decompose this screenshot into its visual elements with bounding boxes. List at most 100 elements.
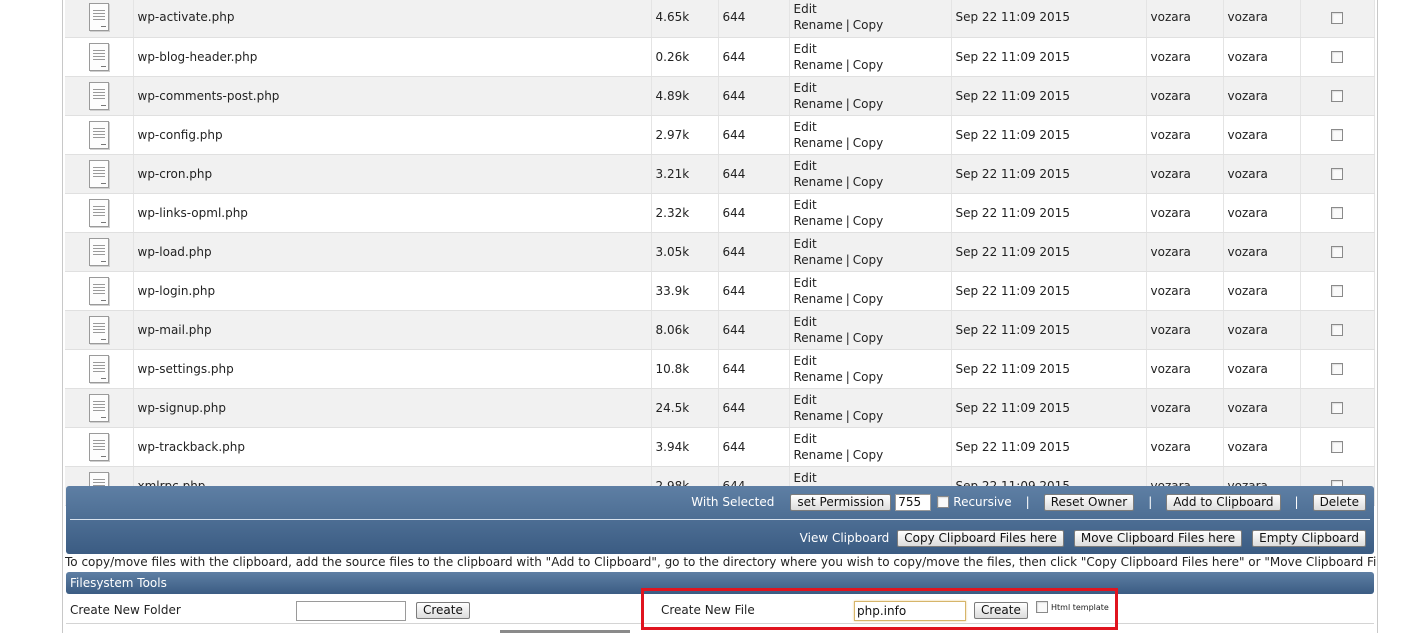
rename-link[interactable]: Rename [794,136,843,150]
file-permission[interactable]: 644 [718,232,790,272]
add-to-clipboard-button[interactable]: Add to Clipboard [1166,493,1281,511]
file-icon[interactable] [88,198,109,227]
file-icon[interactable] [88,354,109,383]
file-permission[interactable]: 644 [718,427,790,467]
copy-link[interactable]: Copy [853,370,883,384]
reset-owner-button[interactable]: Reset Owner [1043,493,1135,511]
copy-link[interactable]: Copy [853,175,883,189]
rename-link[interactable]: Rename [794,58,843,72]
file-permission[interactable]: 644 [718,76,790,116]
edit-link[interactable]: Edit [794,159,817,173]
file-icon[interactable] [88,237,109,266]
file-name[interactable]: wp-cron.php [133,154,652,194]
file-date: Sep 22 11:09 2015 [951,193,1147,233]
edit-link[interactable]: Edit [794,42,817,56]
file-icon[interactable] [88,315,109,344]
copy-link[interactable]: Copy [853,253,883,267]
edit-link[interactable]: Edit [794,315,817,329]
file-icon[interactable] [88,81,109,110]
rename-link[interactable]: Rename [794,214,843,228]
file-select-checkbox[interactable] [1331,324,1343,336]
file-name[interactable]: wp-login.php [133,271,652,311]
file-name[interactable]: wp-config.php [133,115,652,155]
set-permission-button[interactable]: set Permission [790,493,892,511]
file-icon[interactable] [88,276,109,305]
file-icon[interactable] [88,120,109,149]
copy-link[interactable]: Copy [853,448,883,462]
file-permission[interactable]: 644 [718,0,790,38]
file-name[interactable]: wp-activate.php [133,0,652,38]
edit-link[interactable]: Edit [794,120,817,134]
rename-link[interactable]: Rename [794,18,843,32]
file-name[interactable]: wp-blog-header.php [133,37,652,77]
recursive-checkbox[interactable] [937,496,950,508]
rename-link[interactable]: Rename [794,292,843,306]
move-clipboard-button[interactable]: Move Clipboard Files here [1073,529,1243,547]
delete-button[interactable]: Delete [1312,493,1366,511]
file-select-checkbox[interactable] [1331,129,1343,141]
file-permission[interactable]: 644 [718,310,790,350]
file-icon[interactable] [88,159,109,188]
rename-link[interactable]: Rename [794,331,843,345]
copy-link[interactable]: Copy [853,214,883,228]
rename-link[interactable]: Rename [794,370,843,384]
file-icon[interactable] [88,42,109,71]
view-clipboard-link[interactable]: View Clipboard [800,531,890,545]
file-select-checkbox[interactable] [1331,285,1343,297]
file-permission[interactable]: 644 [718,37,790,77]
file-name[interactable]: wp-comments-post.php [133,76,652,116]
file-name[interactable]: wp-settings.php [133,349,652,389]
edit-link[interactable]: Edit [794,237,817,251]
rename-link[interactable]: Rename [794,175,843,189]
file-icon[interactable] [88,393,109,422]
permission-input[interactable] [895,493,932,511]
copy-link[interactable]: Copy [853,97,883,111]
copy-link[interactable]: Copy [853,58,883,72]
file-name[interactable]: wp-links-opml.php [133,193,652,233]
file-date: Sep 22 11:09 2015 [951,154,1147,194]
empty-clipboard-button[interactable]: Empty Clipboard [1252,529,1366,547]
file-icon[interactable] [88,432,109,461]
copy-link[interactable]: Copy [853,331,883,345]
file-icon[interactable] [88,3,109,32]
edit-link[interactable]: Edit [794,471,817,485]
file-permission[interactable]: 644 [718,388,790,428]
copy-link[interactable]: Copy [853,136,883,150]
copy-clipboard-button[interactable]: Copy Clipboard Files here [897,529,1064,547]
file-select-checkbox[interactable] [1331,246,1343,258]
file-select-checkbox[interactable] [1331,11,1343,24]
file-select-checkbox[interactable] [1331,51,1343,63]
file-select-checkbox[interactable] [1331,402,1343,414]
rename-link[interactable]: Rename [794,448,843,462]
file-select-checkbox[interactable] [1331,441,1343,453]
rename-link[interactable]: Rename [794,409,843,423]
create-folder-input[interactable] [296,601,406,621]
file-permission[interactable]: 644 [718,115,790,155]
edit-link[interactable]: Edit [794,198,817,212]
file-select-checkbox[interactable] [1331,363,1343,375]
file-permission[interactable]: 644 [718,193,790,233]
file-name[interactable]: wp-trackback.php [133,427,652,467]
file-permission[interactable]: 644 [718,271,790,311]
file-select-checkbox[interactable] [1331,90,1343,102]
rename-link[interactable]: Rename [794,97,843,111]
file-permission[interactable]: 644 [718,154,790,194]
rename-link[interactable]: Rename [794,253,843,267]
create-folder-button[interactable]: Create [416,602,470,619]
edit-link[interactable]: Edit [794,393,817,407]
edit-link[interactable]: Edit [794,432,817,446]
edit-link[interactable]: Edit [794,81,817,95]
copy-link[interactable]: Copy [853,18,883,32]
file-name[interactable]: wp-load.php [133,232,652,272]
file-select-checkbox[interactable] [1331,168,1343,180]
edit-link[interactable]: Edit [794,276,817,290]
file-permission[interactable]: 644 [718,349,790,389]
copy-link[interactable]: Copy [853,292,883,306]
recursive-option[interactable]: Recursive [937,495,1012,509]
file-name[interactable]: wp-mail.php [133,310,652,350]
file-name[interactable]: wp-signup.php [133,388,652,428]
edit-link[interactable]: Edit [794,354,817,368]
edit-link[interactable]: Edit [794,2,817,16]
copy-link[interactable]: Copy [853,409,883,423]
file-select-checkbox[interactable] [1331,207,1343,219]
